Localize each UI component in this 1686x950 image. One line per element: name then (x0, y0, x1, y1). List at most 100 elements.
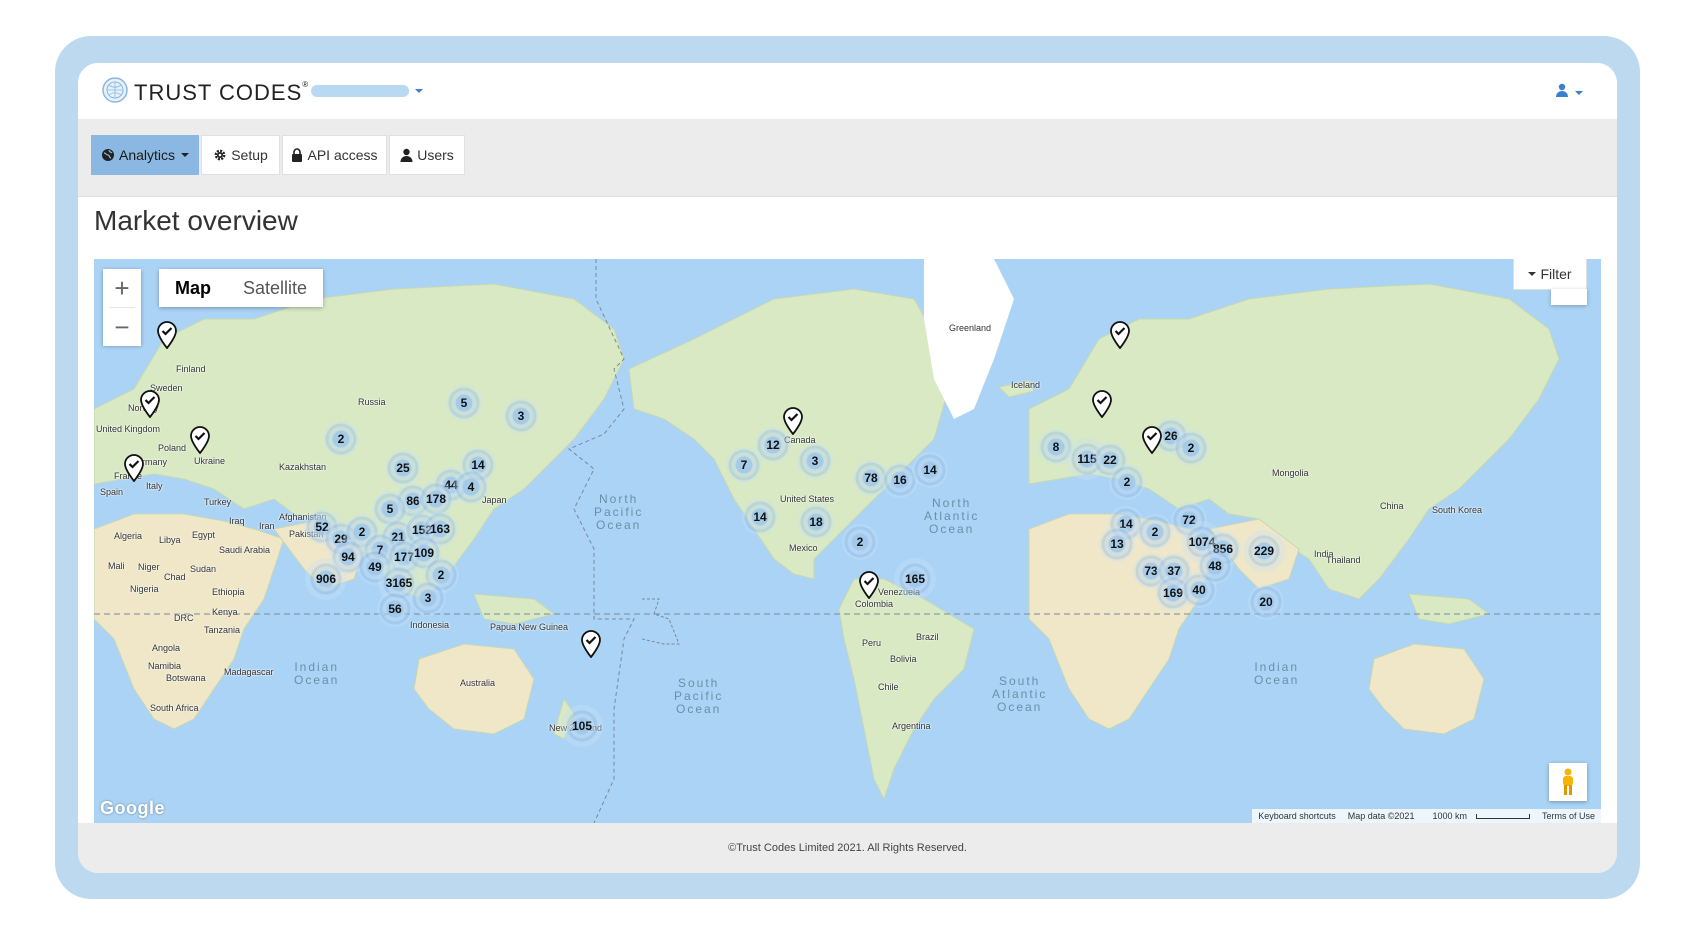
map-attribution: Keyboard shortcuts Map data ©2021 1000 k… (1252, 809, 1601, 823)
marker-cluster[interactable]: 2 (1109, 464, 1145, 500)
tab-users[interactable]: Users (389, 135, 465, 175)
ocean-label: Indian Ocean (294, 660, 340, 687)
place-label: Papua New Guinea (490, 622, 569, 632)
marker-cluster[interactable]: 105 (561, 705, 603, 747)
chevron-down-icon (1575, 90, 1583, 95)
verified-location-pin-icon[interactable] (783, 407, 803, 435)
place-label: Chile (878, 682, 899, 692)
verified-location-pin-icon[interactable] (1092, 390, 1112, 418)
verified-location-pin-icon[interactable] (1142, 426, 1162, 454)
gear-icon (213, 148, 227, 162)
brand-logo[interactable]: TRUST CODES® (102, 77, 309, 108)
place-label: China (1380, 501, 1404, 511)
screenshot-frame: TRUST CODES® Analytics Setup API access (55, 36, 1640, 899)
place-label: Algeria (114, 531, 143, 541)
filter-dropdown[interactable]: Filter (1513, 259, 1587, 290)
place-label: Botswana (166, 673, 206, 683)
marker-cluster[interactable]: 20 (1248, 584, 1284, 620)
map-type-map-button[interactable]: Map (159, 269, 227, 307)
verified-location-pin-icon[interactable] (157, 321, 177, 349)
page-title: Market overview (94, 205, 298, 236)
place-label: Sudan (190, 564, 217, 574)
place-label: South Africa (150, 703, 199, 713)
tab-analytics[interactable]: Analytics (91, 135, 199, 175)
ocean-label: South Atlantic Ocean (992, 674, 1048, 714)
place-label: Spain (100, 487, 124, 497)
verified-location-pin-icon[interactable] (140, 390, 160, 418)
marker-cluster[interactable]: 906 (305, 558, 347, 600)
place-label: Ukraine (194, 456, 226, 466)
terms-of-use-link[interactable]: Terms of Use (1536, 811, 1601, 821)
place-label: Finland (176, 364, 206, 374)
tab-setup[interactable]: Setup (201, 135, 280, 175)
marker-cluster[interactable]: 7 (726, 447, 762, 483)
chevron-down-icon (415, 89, 423, 93)
marker-cluster[interactable]: 48 (1197, 548, 1233, 584)
place-label: Iran (259, 521, 275, 531)
marker-cluster[interactable]: 14 (912, 452, 948, 488)
marker-cluster[interactable]: 3 (410, 580, 446, 616)
place-label: Iraq (229, 516, 245, 526)
marker-cluster[interactable]: 2 (842, 524, 878, 560)
marker-cluster[interactable]: 2 (1173, 430, 1209, 466)
place-label: Australia (460, 678, 496, 688)
marker-cluster[interactable]: 25 (385, 450, 421, 486)
place-label: Madagascar (224, 667, 274, 677)
ocean-label: Indian Ocean (1254, 660, 1300, 687)
filter-label: Filter (1540, 266, 1572, 282)
map-type-control: Map Satellite (159, 269, 324, 307)
marker-cluster[interactable]: 165 (894, 558, 936, 600)
marker-cluster[interactable]: 5 (446, 385, 482, 421)
place-label: Peru (862, 638, 882, 648)
marker-cluster[interactable]: 3 (797, 443, 833, 479)
user-menu-dropdown[interactable] (1555, 83, 1583, 102)
place-label: Namibia (148, 661, 182, 671)
map-type-satellite-button[interactable]: Satellite (227, 269, 324, 307)
marker-cluster[interactable]: 4 (453, 469, 489, 505)
place-label: Kazakhstan (279, 462, 327, 472)
place-label: Indonesia (410, 620, 450, 630)
keyboard-shortcuts-link[interactable]: Keyboard shortcuts (1252, 811, 1342, 821)
marker-cluster[interactable]: 13 (1099, 526, 1135, 562)
place-label: Turkey (204, 497, 232, 507)
marker-cluster[interactable]: 229 (1243, 530, 1285, 572)
marker-cluster[interactable]: 14 (742, 499, 778, 535)
marker-cluster[interactable]: 18 (798, 504, 834, 540)
place-label: Brazil (916, 632, 939, 642)
tab-label: Users (417, 147, 454, 163)
zoom-out-button[interactable]: − (103, 308, 141, 346)
tab-label: Setup (231, 147, 268, 163)
place-label: Mexico (789, 543, 818, 553)
place-label: United States (780, 494, 835, 504)
marker-cluster[interactable]: 3 (503, 398, 539, 434)
zoom-control: + − (103, 269, 141, 346)
place-label: Niger (138, 562, 160, 572)
user-icon (400, 148, 413, 162)
verified-location-pin-icon[interactable] (1110, 321, 1130, 349)
tab-label: Analytics (118, 147, 176, 163)
marker-cluster[interactable]: 2 (323, 421, 359, 457)
place-label: Angola (152, 643, 181, 653)
street-view-pegman-icon[interactable] (1549, 763, 1587, 801)
ocean-label: North Atlantic Ocean (924, 496, 980, 536)
place-label: Nigeria (130, 584, 159, 594)
chevron-down-icon (1528, 272, 1537, 276)
scale-indicator[interactable]: 1000 km (1420, 811, 1536, 821)
organization-dropdown[interactable] (311, 85, 423, 97)
tab-api-access[interactable]: API access (282, 135, 387, 175)
verified-location-pin-icon[interactable] (581, 630, 601, 658)
ocean-label: North Pacific Ocean (594, 492, 644, 532)
place-label: Kenya (212, 607, 238, 617)
market-map[interactable]: North Pacific Ocean North Atlantic Ocean… (94, 259, 1601, 823)
marker-cluster[interactable]: 2 (1137, 514, 1173, 550)
verified-location-pin-icon[interactable] (190, 426, 210, 454)
place-label: Egypt (192, 530, 216, 540)
zoom-in-button[interactable]: + (103, 269, 141, 307)
main-tabbar: Analytics Setup API access Users (78, 119, 1617, 197)
place-label: Mali (108, 561, 125, 571)
marker-cluster[interactable]: 56 (377, 591, 413, 627)
verified-location-pin-icon[interactable] (859, 571, 879, 599)
fullscreen-button[interactable] (1551, 289, 1587, 305)
chevron-down-icon (181, 153, 190, 157)
verified-location-pin-icon[interactable] (124, 454, 144, 482)
